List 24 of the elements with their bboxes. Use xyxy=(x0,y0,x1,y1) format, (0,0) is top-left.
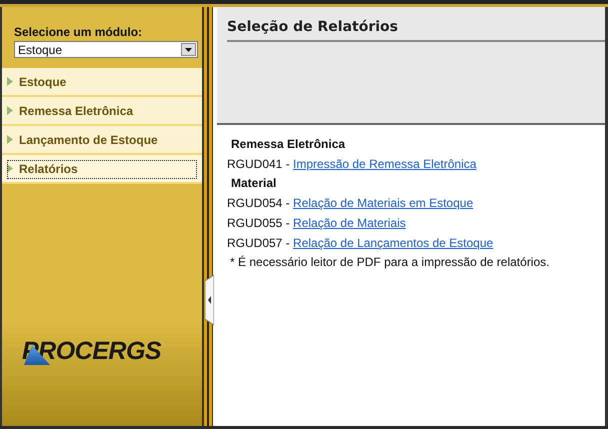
section-heading: Material xyxy=(230,175,278,192)
menu-item[interactable]: Remessa Eletrônica xyxy=(2,97,202,126)
module-select[interactable]: Estoque xyxy=(14,41,198,58)
menu-item[interactable]: Relatórios xyxy=(2,155,202,184)
arrow-icon xyxy=(7,77,13,86)
report-link[interactable]: Relação de Lançamentos de Estoque xyxy=(293,236,494,250)
collapse-handle[interactable] xyxy=(205,275,214,325)
report-code: RGUD041 - xyxy=(227,157,290,171)
pdf-note: * É necessário leitor de PDF para a impressão de relatórios. xyxy=(229,254,550,271)
arrow-icon xyxy=(7,135,13,144)
module-label: Selecione um módulo: xyxy=(14,25,144,39)
arrow-icon xyxy=(7,106,13,115)
report-code: RGUD055 - xyxy=(227,216,290,230)
report-link[interactable]: Impressão de Remessa Eletrônica xyxy=(293,157,476,171)
report-link[interactable]: Relação de Materiais em Estoque xyxy=(293,196,474,210)
page-title: Seleção de Relatórios xyxy=(227,19,605,42)
report-code: RGUD054 - xyxy=(227,196,290,210)
menu-item[interactable]: Estoque xyxy=(2,68,202,97)
section-heading: Remessa Eletrônica xyxy=(230,136,346,153)
report-link[interactable]: Relação de Materiais xyxy=(293,216,406,230)
menu-item[interactable]: Lançamento de Estoque xyxy=(2,126,202,155)
arrow-icon xyxy=(7,164,13,173)
report-code: RGUD057 - xyxy=(227,236,290,250)
dropdown-icon xyxy=(185,48,192,52)
